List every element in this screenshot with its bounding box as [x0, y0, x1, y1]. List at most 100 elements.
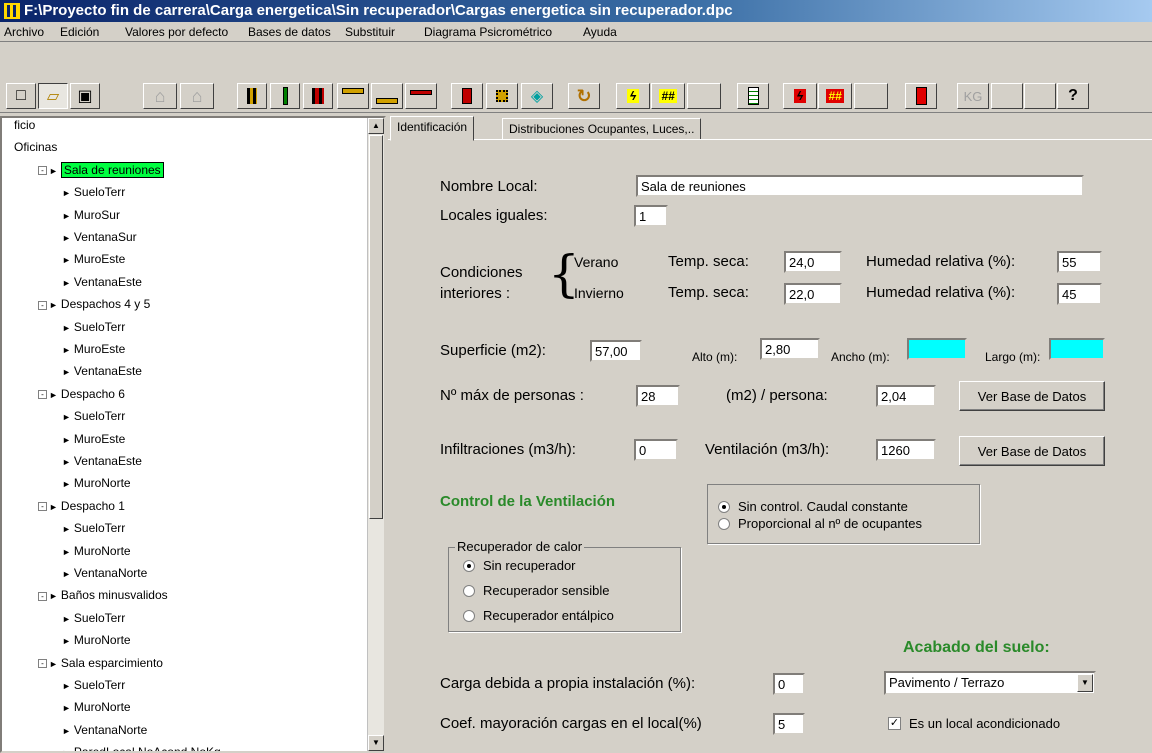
- alto-input[interactable]: 2,80: [760, 338, 820, 360]
- infiltraciones-input[interactable]: 0: [634, 439, 678, 461]
- help-button[interactable]: ?: [1057, 83, 1089, 109]
- lightning-button[interactable]: ϟ: [616, 83, 650, 109]
- tree-node[interactable]: - ► Sala esparcimiento: [38, 653, 163, 673]
- kg-button[interactable]: KG: [957, 83, 989, 109]
- tree-expander-icon[interactable]: -: [38, 591, 47, 601]
- tree-view[interactable]: ficio Oficinas - ► Sala de reuniones ► SueloTe…: [0, 116, 386, 753]
- tree-node[interactable]: ► SueloTerr: [62, 317, 125, 337]
- tree-expander-icon[interactable]: -: [38, 502, 47, 512]
- tree-node[interactable]: ► VentanaNorte: [62, 720, 147, 740]
- carga-instalacion-input[interactable]: 0: [773, 673, 805, 695]
- tree-node[interactable]: ► MuroNorte: [62, 630, 131, 650]
- tree-node[interactable]: ► SueloTerr: [62, 608, 125, 628]
- acabado-suelo-select[interactable]: Pavimento / Terrazo ▼: [884, 671, 1096, 695]
- menu-substituir[interactable]: Substituir: [345, 24, 395, 40]
- tree-node[interactable]: - ► Sala de reuniones: [38, 160, 164, 180]
- wall-button[interactable]: [237, 83, 267, 109]
- largo-input[interactable]: [1049, 338, 1105, 360]
- dropdown-arrow-icon[interactable]: ▼: [1077, 674, 1093, 692]
- hatch-button[interactable]: ##: [651, 83, 685, 109]
- menu-diagrama-psicrometrico[interactable]: Diagrama Psicrométrico: [424, 24, 552, 40]
- tree-node[interactable]: ► VentanaEste: [62, 272, 142, 292]
- tree-node[interactable]: - ► Despachos 4 y 5: [38, 294, 150, 314]
- ver-base-datos-button-2[interactable]: Ver Base de Datos: [959, 436, 1105, 466]
- tree-node[interactable]: ► SueloTerr: [62, 182, 125, 202]
- tree-node[interactable]: ► SueloTerr: [62, 518, 125, 538]
- scroll-down-icon[interactable]: ▼: [368, 735, 384, 751]
- menu-bases-de-datos[interactable]: Bases de datos: [248, 24, 331, 40]
- ver-base-datos-button-1[interactable]: Ver Base de Datos: [959, 381, 1105, 411]
- verano-temp-input[interactable]: 24,0: [784, 251, 842, 273]
- roof-button[interactable]: [405, 83, 437, 109]
- tree-node[interactable]: ► MuroNorte: [62, 697, 131, 717]
- tree-node[interactable]: ► VentanaNorte: [62, 563, 147, 583]
- tree-expander-icon[interactable]: -: [38, 166, 47, 176]
- tab-identificacion[interactable]: Identificación: [390, 116, 475, 141]
- menu-archivo[interactable]: Archivo: [4, 24, 44, 40]
- invierno-temp-input[interactable]: 22,0: [784, 283, 842, 305]
- radio-sin-recuperador[interactable]: Sin recuperador: [463, 558, 576, 573]
- ancho-input[interactable]: [907, 338, 967, 360]
- document-button[interactable]: [737, 83, 769, 109]
- floor-button[interactable]: [371, 83, 403, 109]
- m2-persona-input[interactable]: 2,04: [876, 385, 936, 407]
- menu-valores-por-defecto[interactable]: Valores por defecto: [125, 24, 228, 40]
- tree-node[interactable]: ► VentanaEste: [62, 361, 142, 381]
- verano-humedad-input[interactable]: 55: [1057, 251, 1102, 273]
- blank-button-3[interactable]: [991, 83, 1023, 109]
- save-button[interactable]: ▣: [70, 83, 100, 109]
- column-button[interactable]: [270, 83, 300, 109]
- wall-red-button[interactable]: [303, 83, 333, 109]
- tree-node[interactable]: - ► Despacho 6: [38, 384, 125, 404]
- scroll-thumb[interactable]: [369, 135, 383, 519]
- ventilacion-input[interactable]: 1260: [876, 439, 936, 461]
- house-button[interactable]: ⌂: [180, 83, 214, 109]
- diamond-button[interactable]: ◈: [521, 83, 553, 109]
- tree-node[interactable]: ► MuroNorte: [62, 541, 131, 561]
- hatch-red-button[interactable]: ##: [818, 83, 852, 109]
- tree-scrollbar[interactable]: ▲ ▼: [367, 118, 384, 751]
- tree-expander-icon[interactable]: -: [38, 390, 47, 400]
- new-button[interactable]: □: [6, 83, 36, 109]
- chip-button[interactable]: [486, 83, 518, 109]
- tree-node[interactable]: ficio: [14, 118, 35, 135]
- tree-node[interactable]: ► MuroEste: [62, 429, 125, 449]
- tree-node[interactable]: Oficinas: [14, 137, 57, 157]
- tree-node[interactable]: ► SueloTerr: [62, 675, 125, 695]
- radio-proporcional[interactable]: Proporcional al nº de ocupantes: [718, 516, 922, 531]
- tree-expander-icon[interactable]: -: [38, 300, 47, 310]
- superficie-input[interactable]: 57,00: [590, 340, 642, 362]
- menu-ayuda[interactable]: Ayuda: [583, 24, 617, 40]
- tree-node[interactable]: ► MuroEste: [62, 339, 125, 359]
- door-button[interactable]: [451, 83, 483, 109]
- tree-node[interactable]: ► MuroEste: [62, 249, 125, 269]
- building-button[interactable]: ⌂: [143, 83, 177, 109]
- tree-node[interactable]: ► MuroSur: [62, 205, 120, 225]
- invierno-humedad-input[interactable]: 45: [1057, 283, 1102, 305]
- locales-iguales-input[interactable]: 1: [634, 205, 668, 227]
- radio-recuperador-sensible[interactable]: Recuperador sensible: [463, 583, 609, 598]
- document-red-button[interactable]: [905, 83, 937, 109]
- blank-button-2[interactable]: [854, 83, 888, 109]
- tab-distribuciones[interactable]: Distribuciones Ocupantes, Luces,..: [502, 118, 702, 140]
- tree-node[interactable]: - ► Baños minusvalidos: [38, 585, 168, 605]
- radio-recuperador-entalpico[interactable]: Recuperador entálpico: [463, 608, 614, 623]
- max-personas-input[interactable]: 28: [636, 385, 680, 407]
- coef-mayoracion-input[interactable]: 5: [773, 713, 805, 735]
- radio-sin-control[interactable]: Sin control. Caudal constante: [718, 499, 908, 514]
- acondicionado-checkbox[interactable]: ✓ Es un local acondicionado: [888, 716, 1060, 731]
- open-button[interactable]: ▱: [38, 83, 68, 109]
- tree-node[interactable]: ► SueloTerr: [62, 406, 125, 426]
- tree-node[interactable]: ► MuroNorte: [62, 473, 131, 493]
- menu-edicion[interactable]: Edición: [60, 24, 99, 40]
- cycle-button[interactable]: ↻: [568, 83, 600, 109]
- tree-expander-icon[interactable]: -: [38, 658, 47, 668]
- tree-node[interactable]: ►ParedLocal NoAcond NoKg: [62, 742, 221, 751]
- tree-node[interactable]: - ► Despacho 1: [38, 496, 125, 516]
- tree-node[interactable]: ► VentanaEste: [62, 451, 142, 471]
- nombre-local-input[interactable]: Sala de reuniones: [636, 175, 1084, 197]
- lightning-red-button[interactable]: ϟ: [783, 83, 817, 109]
- scroll-up-icon[interactable]: ▲: [368, 118, 384, 134]
- window-button[interactable]: [337, 83, 369, 109]
- blank-button-1[interactable]: [687, 83, 721, 109]
